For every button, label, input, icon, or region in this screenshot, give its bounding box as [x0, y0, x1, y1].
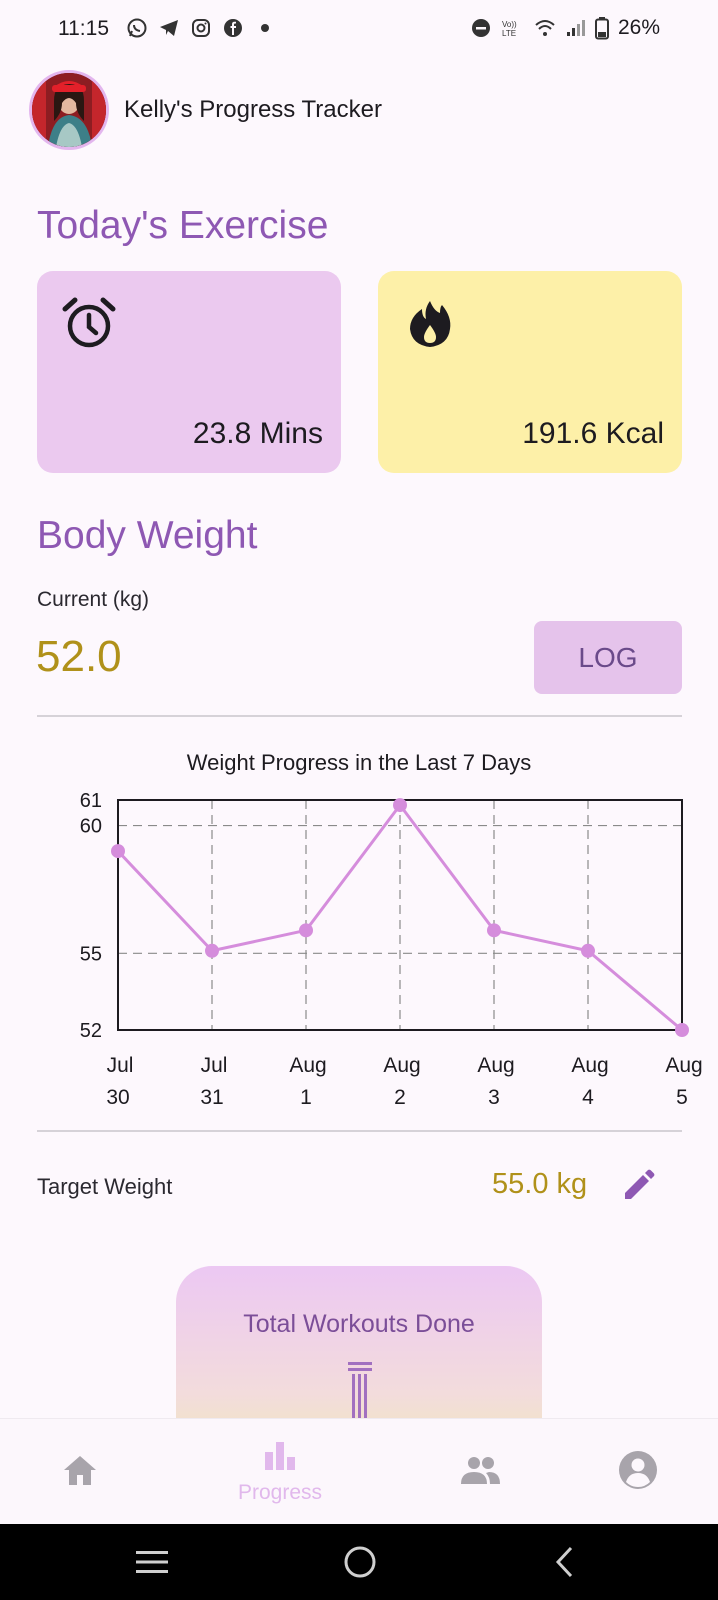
calories-value: 191.6 Kcal [522, 417, 664, 450]
avatar[interactable] [29, 70, 109, 150]
edit-icon[interactable] [620, 1168, 656, 1204]
target-weight-value: 55.0 kg [492, 1168, 588, 1200]
volte-icon: Vo)) LTE [500, 17, 526, 39]
x-tick-label: 30 [106, 1086, 129, 1109]
x-tick-label: 5 [676, 1086, 688, 1109]
dot-icon [254, 17, 276, 39]
workouts-title: Total Workouts Done [243, 1310, 475, 1338]
home-circle-icon[interactable] [340, 1542, 380, 1582]
page-title: Kelly's Progress Tracker [124, 96, 382, 123]
x-tick-label: 4 [582, 1086, 594, 1109]
current-weight-value: 52.0 [36, 632, 122, 681]
x-tick-label: Aug [571, 1054, 608, 1077]
battery-percent: 26% [617, 16, 660, 39]
current-weight-label: Current (kg) [37, 588, 150, 611]
notification-icons [126, 17, 276, 39]
x-tick-label: Aug [665, 1054, 702, 1077]
facebook-icon [222, 17, 244, 39]
dnd-icon [470, 17, 492, 39]
target-weight-label: Target Weight [37, 1174, 173, 1199]
data-point [675, 1023, 689, 1037]
x-tick-label: Jul [201, 1054, 228, 1077]
alarm-clock-icon [59, 293, 119, 353]
bottom-navigation: Progress [0, 1418, 718, 1524]
nav-item-progress[interactable]: Progress [220, 1419, 340, 1525]
telegram-icon [158, 17, 180, 39]
svg-text:Vo)): Vo)) [502, 20, 517, 29]
data-point [205, 943, 219, 958]
status-time: 11:15 [58, 17, 109, 40]
data-point [487, 923, 501, 938]
nav-label-progress: Progress [237, 1480, 323, 1504]
exercise-time-value: 23.8 Mins [192, 417, 323, 450]
section-title-todays-exercise: Today's Exercise [37, 204, 329, 247]
weight-chart: Weight Progress in the Last 7 Days 52 55 6… [0, 740, 718, 1120]
back-icon[interactable] [545, 1542, 585, 1582]
chart-plot: 52 55 60 61 Jul 30 Jul 31 Aug 1 Aug 2 Aug 3 Aug 4 Aug 5 [80, 790, 703, 1109]
log-weight-button[interactable]: LOG [534, 621, 682, 694]
calories-card[interactable]: 191.6 Kcal [378, 271, 682, 473]
account-icon [618, 1450, 658, 1495]
total-workouts-card[interactable]: Total Workouts Done [176, 1266, 542, 1426]
bar-chart-icon [263, 1440, 297, 1477]
recents-icon[interactable] [132, 1542, 172, 1582]
x-tick-label: Aug [477, 1054, 514, 1077]
system-navigation-bar [0, 1524, 718, 1600]
divider [37, 715, 682, 717]
x-tick-label: 2 [394, 1086, 406, 1109]
status-bar: 11:15 Vo)) LTE 26% [0, 0, 718, 60]
nav-item-account[interactable] [578, 1419, 698, 1525]
whatsapp-icon [126, 17, 148, 39]
battery-icon [594, 17, 610, 40]
x-tick-label: Aug [289, 1054, 326, 1077]
nav-item-community[interactable] [420, 1419, 540, 1525]
data-point [111, 844, 125, 859]
wifi-icon [534, 17, 556, 39]
section-title-body-weight: Body Weight [37, 514, 258, 557]
x-tick-label: 1 [300, 1086, 312, 1109]
x-tick-label: 31 [200, 1086, 223, 1109]
system-status-icons: Vo)) LTE 26% [470, 16, 660, 40]
group-icon [458, 1455, 502, 1490]
divider [37, 1130, 682, 1132]
svg-text:LTE: LTE [502, 29, 516, 38]
x-tick-label: Jul [107, 1054, 134, 1077]
y-tick-label: 55 [80, 943, 102, 965]
nav-item-home[interactable] [20, 1419, 140, 1525]
x-tick-label: Aug [383, 1054, 420, 1077]
x-tick-label: 3 [488, 1086, 500, 1109]
fire-icon [400, 293, 460, 353]
y-tick-label: 60 [80, 816, 102, 838]
workouts-icon [344, 1362, 376, 1426]
instagram-icon [190, 17, 212, 39]
data-point [393, 798, 407, 813]
data-point [299, 923, 313, 938]
signal-icon [564, 17, 586, 39]
home-icon [61, 1453, 99, 1492]
exercise-time-card[interactable]: 23.8 Mins [37, 271, 341, 473]
y-tick-label: 52 [80, 1020, 102, 1042]
data-point [581, 943, 595, 958]
y-tick-label: 61 [80, 790, 102, 812]
